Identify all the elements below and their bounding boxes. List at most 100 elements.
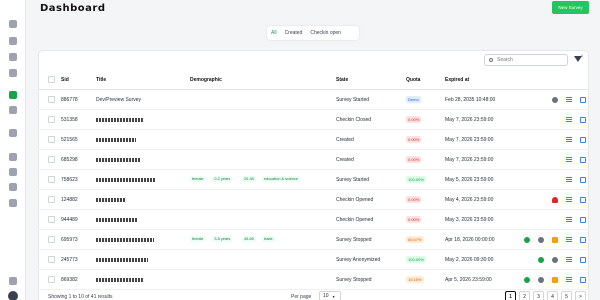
row-checkbox[interactable] [48,176,55,183]
table-row[interactable]: 685298 Created 0.00% May 7, 2026 23:59:00 [38,150,589,170]
clone-action-icon[interactable] [524,237,530,243]
demographic-tag: education & science [262,176,300,182]
gear-action-icon[interactable] [552,257,558,263]
grid-action-icon[interactable] [566,97,572,102]
avatar[interactable] [8,291,18,300]
row-expired: May 7, 2026 23:59:00 [445,137,494,143]
calendar-icon[interactable] [9,53,17,61]
row-expired: Feb 28, 2035 10:48:00 [445,97,496,103]
link-action-icon[interactable] [580,237,586,243]
row-checkbox[interactable] [48,276,55,283]
redacted-title [96,118,144,122]
link-action-icon[interactable] [580,137,586,143]
grid-action-icon[interactable] [566,197,572,202]
document-icon[interactable] [9,106,17,114]
row-checkbox[interactable] [48,236,55,243]
link-action-icon[interactable] [580,97,586,103]
per-page-select[interactable]: 10 ▾ [319,291,341,300]
clone-action-icon[interactable] [524,277,530,283]
next-page-button[interactable]: > [575,291,586,300]
col-expired[interactable]: Expired at [445,77,469,83]
search-icon[interactable] [9,129,17,137]
row-checkbox[interactable] [48,216,55,223]
row-sid: 531358 [61,117,78,123]
link-action-icon[interactable] [580,157,586,163]
gear-action-icon[interactable] [552,97,558,103]
table-row[interactable]: 521565 Created 0.00% May 7, 2026 23:59:00 [38,130,589,150]
server-icon[interactable] [9,183,17,191]
flag-action-icon[interactable] [552,237,558,243]
grid-action-icon[interactable] [566,257,572,262]
row-title[interactable]: Dev/Preview Survey [96,97,141,103]
link-action-icon[interactable] [580,217,586,223]
chart-icon[interactable] [9,37,17,45]
col-demographic[interactable]: Demographic [190,77,222,83]
grid-action-icon[interactable] [566,217,572,222]
select-all-checkbox[interactable] [48,76,55,83]
row-expired: May 4, 2026 23:59:00 [445,197,494,203]
page-button[interactable]: 1 [505,291,516,300]
redacted-title [96,138,136,142]
table-row[interactable]: 695973 female 3-5 years 45-65 trade Survey St… [38,230,589,250]
grid-action-icon[interactable] [566,137,572,142]
trash-icon[interactable] [9,69,17,77]
table-row[interactable]: 886778 Dev/Preview Survey Survey Started De… [38,90,589,110]
table-row[interactable]: 758623 female 0-2 years 20-35 education & sc… [38,170,589,190]
table-row[interactable]: 531358 Checkin Closed 0.00% May 7, 2026 23:… [38,110,589,130]
table-row[interactable]: 245773 Survey Anonymized 100.00% May 2, 202… [38,250,589,270]
user-icon[interactable] [9,153,17,161]
gear-action-icon[interactable] [538,277,544,283]
page-button[interactable]: 3 [533,291,544,300]
per-page-value: 10 [323,293,329,299]
clone-action-icon[interactable] [538,257,544,263]
new-survey-button[interactable]: New Survey [552,1,589,14]
table-row[interactable]: 124882 Checkin Opened 0.00% May 4, 2026 23:… [38,190,589,210]
tab-created[interactable]: Created [281,26,307,40]
grid-action-icon[interactable] [566,177,572,182]
link-action-icon[interactable] [580,257,586,263]
quota-badge: 100.00% [406,256,426,263]
col-state[interactable]: State [336,77,348,83]
survey-icon[interactable] [9,91,17,99]
link-action-icon[interactable] [580,197,586,203]
table-row[interactable]: 944489 Checkin Opened 0.00% May 3, 2026 23:… [38,210,589,230]
row-checkbox[interactable] [48,196,55,203]
page-button[interactable]: 2 [519,291,530,300]
link-action-icon[interactable] [580,277,586,283]
bell-icon[interactable] [9,277,17,285]
col-title[interactable]: Title [96,77,106,83]
list-icon[interactable] [9,168,17,176]
table-row[interactable]: 869382 Survey Stopped 15.15% Apr 5, 2026 23… [38,270,589,290]
alert-action-icon[interactable] [552,197,558,203]
grid-action-icon[interactable] [566,237,572,242]
row-sid: 758623 [61,177,78,183]
download-icon[interactable] [9,199,17,207]
page-button[interactable]: 5 [561,291,572,300]
redacted-title [96,218,138,222]
row-sid: 245773 [61,257,78,263]
quota-badge: 0.00% [406,116,422,123]
flag-action-icon[interactable] [552,277,558,283]
row-checkbox[interactable] [48,96,55,103]
link-action-icon[interactable] [580,117,586,123]
page-button[interactable]: 4 [547,291,558,300]
row-state: Created [336,137,354,143]
row-checkbox[interactable] [48,116,55,123]
grid-action-icon[interactable] [566,117,572,122]
col-quota[interactable]: Quota [406,77,420,83]
tab-all[interactable]: All [267,26,281,40]
row-checkbox[interactable] [48,156,55,163]
grid-action-icon[interactable] [566,157,572,162]
row-expired: May 5, 2026 23:59:00 [445,177,494,183]
tab-checkin-open[interactable]: Checkin open [306,26,345,40]
search-input[interactable] [497,57,567,63]
grid-action-icon[interactable] [566,277,572,282]
row-checkbox[interactable] [48,256,55,263]
link-action-icon[interactable] [580,177,586,183]
home-icon[interactable] [9,20,17,28]
row-checkbox[interactable] [48,136,55,143]
row-expired: May 3, 2026 23:59:00 [445,217,494,223]
col-sid[interactable]: Sid [61,77,69,83]
row-sid: 869382 [61,277,78,283]
gear-action-icon[interactable] [538,237,544,243]
